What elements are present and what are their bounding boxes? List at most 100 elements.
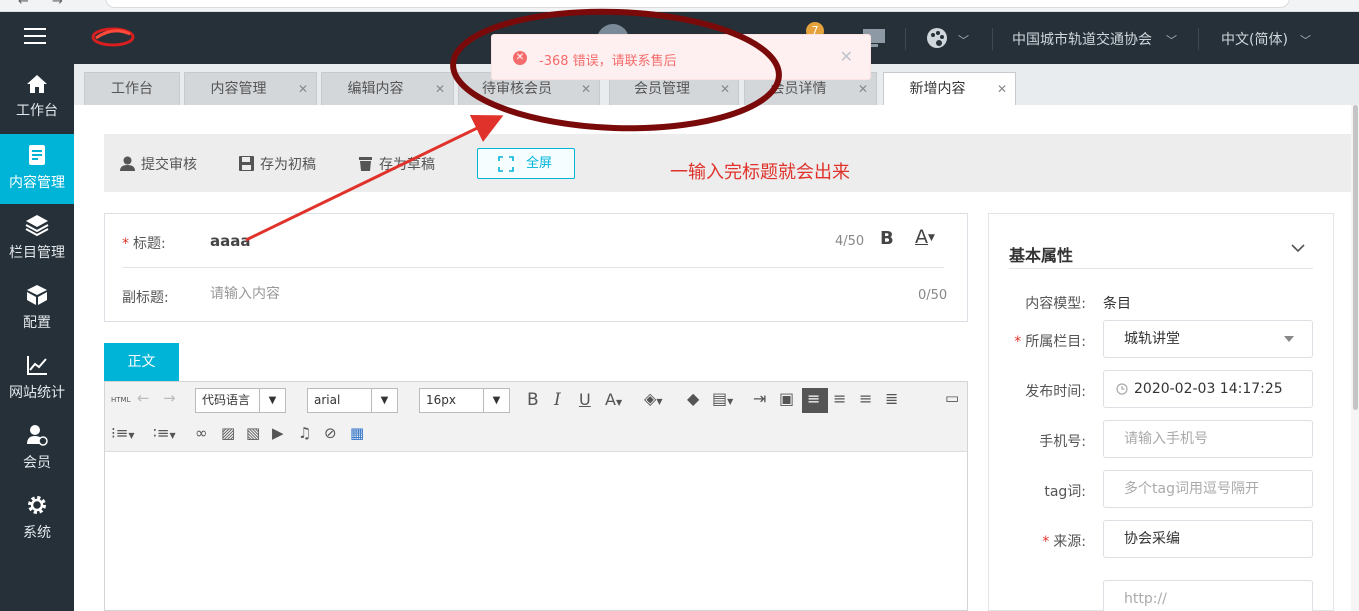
org-select[interactable]: 中国城市轨道交通协会 — [1012, 29, 1152, 49]
html-source-button[interactable]: HTML — [111, 396, 130, 404]
scrollbar-thumb[interactable] — [1353, 105, 1358, 410]
sidebar-item-content[interactable]: 内容管理 — [0, 134, 74, 204]
undo-icon[interactable]: ← — [137, 389, 150, 407]
sidebar-item-stats[interactable]: 网站统计 — [0, 344, 74, 414]
trash-icon — [359, 157, 372, 171]
language-select[interactable]: 中文(简体) — [1221, 29, 1288, 49]
font-family-select[interactable]: arial ▼ — [307, 388, 398, 413]
chevron-down-icon[interactable] — [1291, 242, 1305, 257]
align-right-icon[interactable]: ≡ — [833, 389, 846, 408]
subtitle-input[interactable] — [210, 286, 810, 302]
close-icon[interactable]: ✕ — [298, 73, 308, 105]
palette-icon[interactable] — [926, 27, 948, 53]
content-model-label: 内容模型: — [1025, 296, 1086, 312]
page-scrollbar[interactable] — [1351, 105, 1359, 611]
unordered-list-icon[interactable]: ∶≡▼ — [153, 424, 176, 442]
title-label: * 标题: — [122, 233, 166, 253]
align-justify-icon[interactable]: ≣ — [885, 389, 898, 408]
tab-label: 编辑内容 — [347, 81, 404, 97]
divider — [905, 28, 906, 50]
chevron-down-icon: ▼ — [483, 389, 509, 412]
submit-review-button[interactable]: 提交审核 — [120, 154, 197, 174]
sidebar-item-columns[interactable]: 栏目管理 — [0, 204, 74, 274]
chevron-down-icon[interactable]: ﹀ — [1300, 32, 1311, 48]
source-url-input[interactable] — [1103, 580, 1313, 611]
ordered-list-icon[interactable]: ⁝≡▼ — [111, 424, 135, 442]
preview-icon[interactable]: ▭ — [945, 389, 959, 407]
publish-time-value: 2020-02-03 14:17:25 — [1134, 381, 1283, 397]
chevron-down-icon[interactable]: ﹀ — [958, 32, 969, 48]
highlight-icon[interactable]: ◈▼ — [644, 389, 662, 408]
column-label-text: 所属栏目: — [1025, 334, 1086, 350]
phone-label: 手机号: — [1039, 434, 1086, 450]
tag-input[interactable] — [1103, 470, 1313, 508]
link-icon[interactable]: ∞ — [195, 424, 208, 442]
bold-icon[interactable]: B — [527, 390, 539, 410]
publish-time-label: 发布时间: — [1025, 384, 1086, 400]
close-icon[interactable]: ✕ — [997, 73, 1007, 105]
fullscreen-button[interactable]: 全屏 — [477, 148, 575, 179]
indent-icon[interactable]: ⇥ — [753, 389, 766, 408]
image-icon[interactable]: ▨ — [221, 424, 235, 442]
source-input[interactable]: 协会采编 — [1103, 520, 1313, 558]
menu-toggle-icon[interactable] — [24, 28, 46, 48]
sidebar-item-label: 配置 — [23, 315, 51, 331]
multi-image-icon[interactable]: ▧ — [246, 424, 260, 442]
logo — [90, 24, 136, 52]
tab-edit-content[interactable]: 编辑内容 ✕ — [321, 72, 454, 105]
chevron-down-icon[interactable]: ﹀ — [1166, 32, 1177, 48]
browser-forward-icon[interactable]: → — [52, 0, 63, 9]
title-label-text: 标题: — [133, 236, 166, 252]
attachment-icon[interactable]: ⊘ — [324, 424, 337, 442]
rich-text-editor: HTML ← → 代码语言 ▼ arial ▼ 16px ▼ B I U A▼ ◈▼ … — [104, 381, 968, 611]
bold-button[interactable]: B — [880, 228, 894, 249]
chart-line-icon — [27, 356, 47, 375]
music-icon[interactable]: ♫ — [298, 424, 311, 442]
save-initial-button[interactable]: 存为初稿 — [239, 154, 316, 174]
home-icon — [27, 75, 47, 93]
phone-input[interactable] — [1103, 420, 1313, 458]
fullscreen-icon — [498, 156, 514, 172]
eraser-icon[interactable]: ◆ — [687, 389, 699, 408]
user-icon — [120, 156, 135, 171]
caret-down-icon — [1284, 336, 1294, 342]
italic-icon[interactable]: I — [554, 390, 561, 410]
paragraph-format-icon[interactable]: ▤▼ — [712, 389, 733, 408]
tab-content-management[interactable]: 内容管理 ✕ — [184, 72, 317, 105]
column-select-value: 城轨讲堂 — [1124, 331, 1180, 347]
sidebar-item-config[interactable]: 配置 — [0, 274, 74, 344]
tab-new-content[interactable]: 新增内容 ✕ — [883, 72, 1016, 105]
publish-time-picker[interactable]: 2020-02-03 14:17:25 — [1103, 370, 1313, 408]
align-center-icon[interactable]: ≡ — [859, 389, 872, 408]
map-icon[interactable]: ▦ — [350, 424, 364, 442]
close-icon[interactable]: ✕ — [435, 73, 445, 105]
title-input[interactable]: aaaa — [210, 232, 251, 250]
text-color-icon[interactable]: A▼ — [605, 390, 622, 409]
save-icon — [239, 156, 254, 171]
tab-body[interactable]: 正文 — [104, 343, 179, 381]
title-form: *标题: aaaa 4/50 B A▼ 副标题: 0/50 — [104, 213, 968, 322]
code-language-select[interactable]: 代码语言 ▼ — [195, 388, 286, 413]
browser-address-bar[interactable] — [105, 0, 1290, 8]
sidebar-item-label: 网站统计 — [9, 385, 65, 401]
paste-icon[interactable]: ▣ — [779, 389, 794, 408]
underline-icon[interactable]: U — [579, 390, 591, 409]
close-icon[interactable]: ✕ — [840, 47, 853, 66]
sidebar-item-system[interactable]: 系统 — [0, 484, 74, 554]
sidebar-item-members[interactable]: 会员 — [0, 414, 74, 484]
video-icon[interactable]: ▶ — [272, 424, 284, 442]
browser-back-icon[interactable]: ← — [18, 0, 29, 9]
required-mark: * — [122, 236, 129, 252]
tab-label: 工作台 — [111, 81, 153, 97]
tab-workbench[interactable]: 工作台 — [84, 72, 180, 105]
save-draft-button[interactable]: 存为草稿 — [358, 154, 435, 174]
member-icon — [27, 425, 48, 446]
clock-icon — [1116, 383, 1128, 395]
sidebar-item-workbench[interactable]: 工作台 — [0, 64, 74, 134]
align-left-icon[interactable]: ≡ — [807, 389, 820, 408]
font-color-button[interactable]: A▼ — [915, 226, 935, 248]
column-select[interactable]: 城轨讲堂 — [1103, 320, 1313, 358]
font-size-select[interactable]: 16px ▼ — [419, 388, 510, 413]
redo-icon[interactable]: → — [163, 389, 176, 407]
code-language-value: 代码语言 — [202, 393, 251, 407]
